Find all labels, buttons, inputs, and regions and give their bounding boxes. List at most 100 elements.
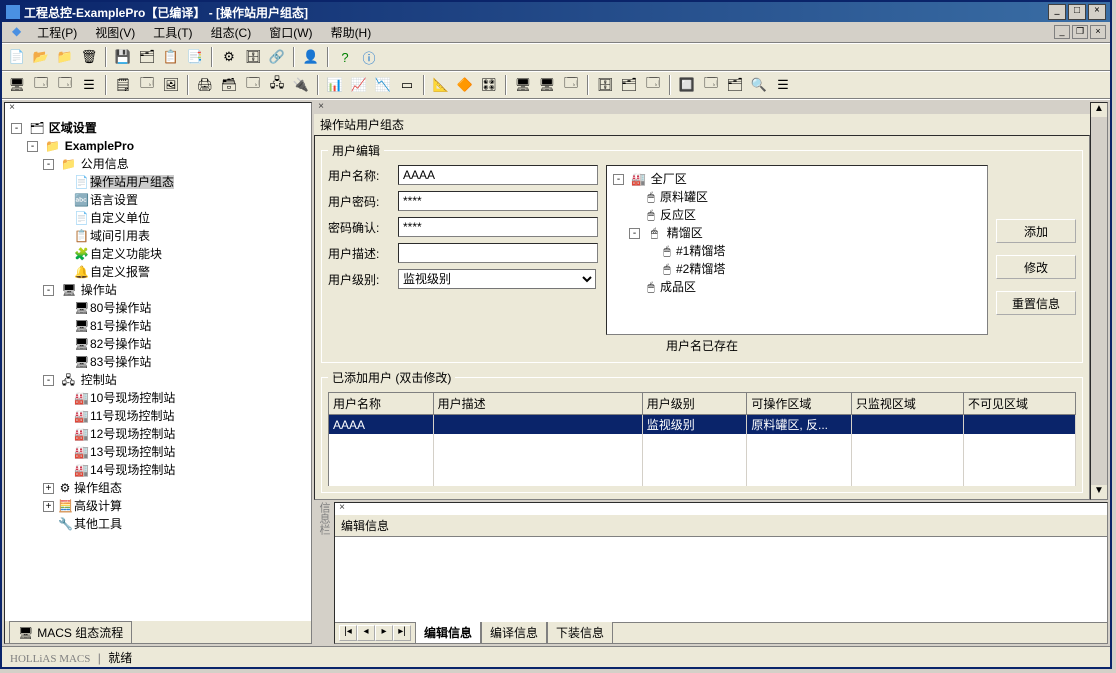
tb-copy-icon[interactable]: 📋 <box>160 46 182 68</box>
region-item[interactable]: 反应区 <box>660 208 696 222</box>
tb2-24-icon[interactable]: 🗂 <box>618 74 640 96</box>
tree-expander[interactable]: - <box>27 141 38 152</box>
tree-item[interactable]: 自定义单位 <box>90 211 150 225</box>
left-close-icon[interactable]: × <box>7 103 17 113</box>
info-tab-compile[interactable]: 编译信息 <box>481 622 547 644</box>
th-mon[interactable]: 只监视区域 <box>851 393 963 415</box>
tb-db-icon[interactable]: 🗄 <box>242 46 264 68</box>
tb-open-icon[interactable]: 📂 <box>30 46 52 68</box>
tree-group-label[interactable]: 操作站 <box>81 283 117 297</box>
project-tree[interactable]: - 🗂 区域设置 - 📁 ExamplePro <box>9 119 307 533</box>
menu-config[interactable]: 组态(C) <box>203 22 260 43</box>
table-row[interactable] <box>329 452 1076 470</box>
tree-expander[interactable]: - <box>629 228 640 239</box>
th-level[interactable]: 用户级别 <box>642 393 747 415</box>
tree-expander[interactable]: - <box>43 285 54 296</box>
password-input[interactable] <box>398 191 598 211</box>
tb-link-icon[interactable]: 🔗 <box>266 46 288 68</box>
tb2-30-icon[interactable]: ☰ <box>772 74 794 96</box>
info-nav-prev[interactable]: ◂ <box>357 625 375 641</box>
tb2-9-icon[interactable]: 🗃 <box>218 74 240 96</box>
region-item[interactable]: 原料罐区 <box>660 190 708 204</box>
th-op[interactable]: 可操作区域 <box>747 393 852 415</box>
tb2-20-icon[interactable]: 🖥 <box>512 74 534 96</box>
tb2-17-icon[interactable]: 📐 <box>430 74 452 96</box>
tb-saveall-icon[interactable]: 🗂 <box>136 46 158 68</box>
tree-expander[interactable]: - <box>43 159 54 170</box>
maximize-button[interactable]: □ <box>1068 4 1086 20</box>
menu-view[interactable]: 视图(V) <box>87 22 143 43</box>
users-table[interactable]: 用户名称 用户描述 用户级别 可操作区域 只监视区域 不可见区域 <box>328 392 1076 486</box>
tb2-22-icon[interactable]: 🗔 <box>560 74 582 96</box>
tree-item[interactable]: 80号操作站 <box>90 301 151 315</box>
tree-group-label[interactable]: 控制站 <box>81 373 117 387</box>
tree-item[interactable]: 10号现场控制站 <box>90 391 175 405</box>
tree-item[interactable]: 其他工具 <box>74 517 122 531</box>
tb2-12-icon[interactable]: 🔌 <box>290 74 312 96</box>
tb2-11-icon[interactable]: 🖧 <box>266 74 288 96</box>
tb2-8-icon[interactable]: 🖨 <box>194 74 216 96</box>
tree-item-user-config[interactable]: 操作站用户组态 <box>90 175 174 189</box>
tb-user-icon[interactable]: 👤 <box>300 46 322 68</box>
level-select[interactable]: 监视级别 <box>398 269 596 289</box>
tree-group-label[interactable]: 公用信息 <box>81 157 129 171</box>
scroll-up-icon[interactable]: ▲ <box>1091 103 1107 117</box>
tb2-4-icon[interactable]: ☰ <box>78 74 100 96</box>
close-button[interactable]: × <box>1088 4 1106 20</box>
tb2-10-icon[interactable]: 🗔 <box>242 74 264 96</box>
th-hid[interactable]: 不可见区域 <box>963 393 1075 415</box>
vertical-scrollbar[interactable]: ▲ ▼ <box>1090 102 1108 500</box>
tree-item[interactable]: 14号现场控制站 <box>90 463 175 477</box>
tb-info-icon[interactable]: ⓘ <box>358 46 380 68</box>
mdi-restore[interactable]: ❐ <box>1072 25 1088 39</box>
tb-new-icon[interactable]: 📄 <box>6 46 28 68</box>
tree-item[interactable]: 自定义报警 <box>90 265 150 279</box>
reset-button[interactable]: 重置信息 <box>996 291 1076 315</box>
tree-item[interactable]: 11号现场控制站 <box>90 409 174 423</box>
tb2-25-icon[interactable]: 🗔 <box>642 74 664 96</box>
tb2-2-icon[interactable]: 🗔 <box>30 74 52 96</box>
table-row[interactable] <box>329 470 1076 486</box>
confirm-input[interactable] <box>398 217 598 237</box>
tb2-23-icon[interactable]: 🗄 <box>594 74 616 96</box>
tree-expander[interactable]: + <box>43 483 54 494</box>
menu-project[interactable]: 工程(P) <box>29 22 85 43</box>
tb-delete-icon[interactable]: 🗑 <box>78 46 100 68</box>
tb2-6-icon[interactable]: 🗔 <box>136 74 158 96</box>
menu-window[interactable]: 窗口(W) <box>261 22 320 43</box>
info-close-icon[interactable]: × <box>337 503 347 513</box>
tree-item[interactable]: 域间引用表 <box>90 229 150 243</box>
tb2-13-icon[interactable]: 📊 <box>324 74 346 96</box>
tb2-5-icon[interactable]: 🗒 <box>112 74 134 96</box>
tb2-3-icon[interactable]: 🗔 <box>54 74 76 96</box>
info-nav-first[interactable]: |◂ <box>339 625 357 641</box>
tree-expander[interactable]: - <box>43 375 54 386</box>
tb2-21-icon[interactable]: 🖥 <box>536 74 558 96</box>
region-item[interactable]: 精馏区 <box>667 226 703 240</box>
region-tree[interactable]: - 🏭 全厂区 🖱原料罐区 🖱反应区 - <box>606 165 988 335</box>
tb2-14-icon[interactable]: 📈 <box>348 74 370 96</box>
tree-item[interactable]: 81号操作站 <box>90 319 151 333</box>
tb2-26-icon[interactable]: 🔲 <box>676 74 698 96</box>
tb-gear-icon[interactable]: ⚙ <box>218 46 240 68</box>
add-button[interactable]: 添加 <box>996 219 1076 243</box>
tb2-29-icon[interactable]: 🔍 <box>748 74 770 96</box>
tree-item[interactable]: 13号现场控制站 <box>90 445 175 459</box>
left-tab-macs[interactable]: 🖥 MACS 组态流程 <box>9 621 132 643</box>
tb2-1-icon[interactable]: 🖥 <box>6 74 28 96</box>
tb2-15-icon[interactable]: 📉 <box>372 74 394 96</box>
tb2-27-icon[interactable]: 🗔 <box>700 74 722 96</box>
tb2-18-icon[interactable]: 🔶 <box>454 74 476 96</box>
modify-button[interactable]: 修改 <box>996 255 1076 279</box>
info-nav-last[interactable]: ▸| <box>393 625 411 641</box>
tb-save-icon[interactable]: 💾 <box>112 46 134 68</box>
tb2-16-icon[interactable]: ▭ <box>396 74 418 96</box>
info-tab-edit[interactable]: 编辑信息 <box>415 622 481 644</box>
th-username[interactable]: 用户名称 <box>329 393 434 415</box>
tree-expander[interactable]: - <box>11 123 22 134</box>
tb2-19-icon[interactable]: 🎛 <box>478 74 500 96</box>
tree-project-label[interactable]: ExamplePro <box>65 139 134 153</box>
tree-item[interactable]: 语言设置 <box>90 193 138 207</box>
tb-folder-icon[interactable]: 📁 <box>54 46 76 68</box>
username-input[interactable] <box>398 165 598 185</box>
